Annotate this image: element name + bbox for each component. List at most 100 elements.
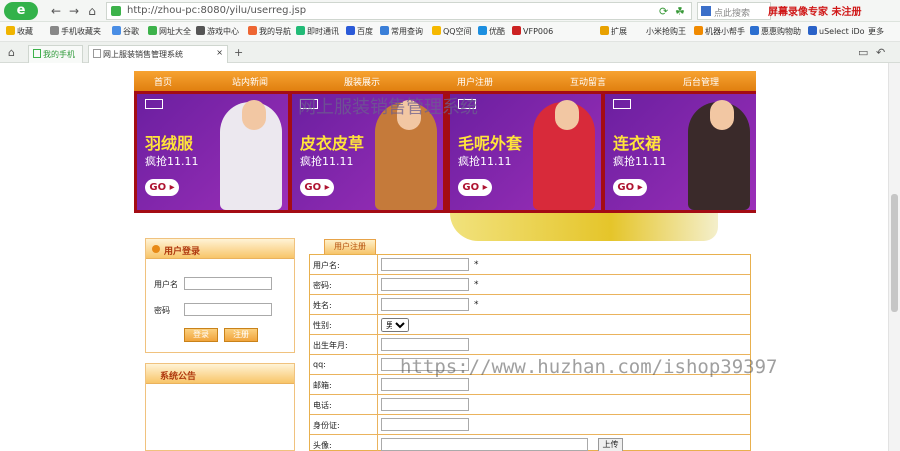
menu-message[interactable]: 互动留言 [570, 75, 606, 88]
login-header: 用户登录 [146, 239, 294, 259]
go-button[interactable]: GO ▸ [613, 179, 647, 196]
menu-admin[interactable]: 后台管理 [683, 75, 719, 88]
phone-input[interactable] [381, 398, 469, 411]
banner-subtitle: 疯抢11.11 [145, 155, 199, 168]
restore-icon[interactable]: ▭ [858, 46, 868, 59]
qq-input[interactable] [381, 358, 469, 371]
login-password-input[interactable] [184, 303, 272, 316]
bookmark-more[interactable]: 更多 [868, 26, 884, 37]
field-label: 头像: [313, 441, 332, 450]
birth-input[interactable] [381, 338, 469, 351]
menu-news[interactable]: 站内新闻 [232, 75, 268, 88]
menu-clothing[interactable]: 服装展示 [344, 75, 380, 88]
new-tab-icon[interactable]: + [234, 46, 243, 59]
banner-title: 连衣裙 [613, 134, 662, 153]
refresh-icon[interactable]: ⟳ [659, 5, 668, 18]
close-tab-icon[interactable]: × [216, 48, 223, 57]
recorder-brand-text: 屏幕录像专家 未注册 [768, 7, 862, 18]
register-tab[interactable]: 用户注册 [324, 239, 376, 254]
shop-icon [750, 26, 759, 35]
gender-select[interactable]: 男 [381, 318, 409, 332]
page-scrollbar[interactable] [888, 63, 900, 451]
bookmark-item[interactable]: 机器小帮手 [694, 26, 745, 37]
site-menu: 首页 站内新闻 服装展示 用户注册 互动留言 后台管理 [134, 71, 756, 91]
password-input[interactable] [381, 278, 469, 291]
field-label: 密码: [313, 281, 332, 290]
banner-title: 毛呢外套 [458, 134, 523, 153]
menu-home[interactable]: 首页 [154, 75, 172, 88]
tab-my-phone[interactable]: 我的手机 [28, 45, 83, 63]
go-button[interactable]: GO ▸ [145, 179, 179, 196]
go-button[interactable]: GO ▸ [458, 179, 492, 196]
bookmark-item[interactable]: 网址大全 [148, 26, 191, 37]
site-title: 网上服装销售管理系统 [298, 97, 478, 118]
register-button[interactable]: 注册 [224, 328, 258, 342]
form-row-avatar: 头像: 上传 [310, 435, 750, 451]
bookmark-item[interactable]: 惠惠购物助 [750, 26, 801, 37]
bookmark-item[interactable]: 常用查询 [380, 26, 423, 37]
forward-icon[interactable]: → [66, 3, 82, 19]
qq-icon [432, 26, 441, 35]
notice-box: 系统公告 [145, 363, 295, 451]
browser-logo: e [4, 2, 38, 20]
bookmark-item[interactable]: 小米抢购王 [646, 26, 686, 37]
required-mark: * [474, 280, 479, 290]
register-form: 用户名: * 密码: * 姓名: * 性别: 男 出生年月: qq: 邮箱: 电… [309, 254, 751, 451]
bullet-icon [152, 245, 160, 253]
username-input[interactable] [381, 258, 469, 271]
model-head [242, 100, 266, 130]
name-input[interactable] [381, 298, 469, 311]
robot-icon [694, 26, 703, 35]
home-icon[interactable]: ⌂ [84, 3, 100, 19]
banner-panel-down[interactable]: 羽绒服 疯抢11.11 GO ▸ [137, 94, 288, 210]
extension-icon [600, 26, 609, 35]
email-input[interactable] [381, 378, 469, 391]
upload-button[interactable]: 上传 [598, 438, 623, 451]
address-bar[interactable]: http://zhou-pc:8080/yilu/userreg.jsp ⟳ ☘ [106, 2, 692, 20]
scrollbar-thumb[interactable] [891, 194, 898, 312]
go-button[interactable]: GO ▸ [300, 179, 334, 196]
bookmark-item[interactable]: 优酷 [478, 26, 505, 37]
undo-icon[interactable]: ↶ [876, 46, 885, 59]
secure-icon [111, 6, 121, 16]
form-row-email: 邮箱: [310, 375, 750, 395]
bookmark-item[interactable]: VFP006 [512, 26, 553, 36]
bookmark-item[interactable]: 百度 [346, 26, 373, 37]
idcard-input[interactable] [381, 418, 469, 431]
baidu-icon [346, 26, 355, 35]
back-icon[interactable]: ← [48, 3, 64, 19]
bookmark-item[interactable]: 即时通讯 [296, 26, 339, 37]
form-row-name: 姓名: * [310, 295, 750, 315]
vfp-icon [512, 26, 521, 35]
notice-header: 系统公告 [146, 364, 294, 384]
tab-current[interactable]: 网上服装销售管理系统 × [88, 45, 228, 63]
bookmark-item[interactable]: QQ空间 [432, 26, 472, 37]
form-row-qq: qq: [310, 355, 750, 375]
search-placeholder: 点此搜索 [714, 9, 751, 19]
bookmark-item[interactable]: 扩展 [600, 26, 627, 37]
leaf-icon[interactable]: ☘ [675, 5, 685, 18]
bookmark-item[interactable]: 谷歌 [112, 26, 139, 37]
bookmark-item[interactable]: 收藏 [6, 26, 33, 37]
form-row-password: 密码: * [310, 275, 750, 295]
login-button[interactable]: 登录 [184, 328, 218, 342]
bookmark-item[interactable]: uSelect iDo [808, 26, 865, 36]
bookmark-item[interactable]: 手机收藏夹 [50, 26, 101, 37]
username-label: 用户名 [154, 280, 178, 289]
form-row-username: 用户名: * [310, 255, 750, 275]
banner-title: 羽绒服 [145, 134, 194, 153]
star-icon [6, 26, 15, 35]
bookmark-item[interactable]: 我的导航 [248, 26, 291, 37]
gamepad-icon [196, 26, 205, 35]
login-title: 用户登录 [164, 247, 201, 257]
banner-panel-dress[interactable]: 连衣裙 疯抢11.11 GO ▸ [605, 94, 756, 210]
search-box[interactable]: 点此搜索 [697, 2, 771, 20]
bookmark-item[interactable]: 游戏中心 [196, 26, 239, 37]
avatar-input[interactable] [381, 438, 588, 451]
notice-title: 系统公告 [160, 372, 197, 382]
field-label: qq: [313, 360, 326, 369]
login-username-input[interactable] [184, 277, 272, 290]
promo-banner: 羽绒服 疯抢11.11 GO ▸ 皮衣皮草 疯抢11.11 GO ▸ 毛呢外套 … [134, 91, 756, 213]
tab-menu-icon[interactable]: ⌂ [8, 46, 15, 59]
menu-register[interactable]: 用户注册 [457, 75, 493, 88]
